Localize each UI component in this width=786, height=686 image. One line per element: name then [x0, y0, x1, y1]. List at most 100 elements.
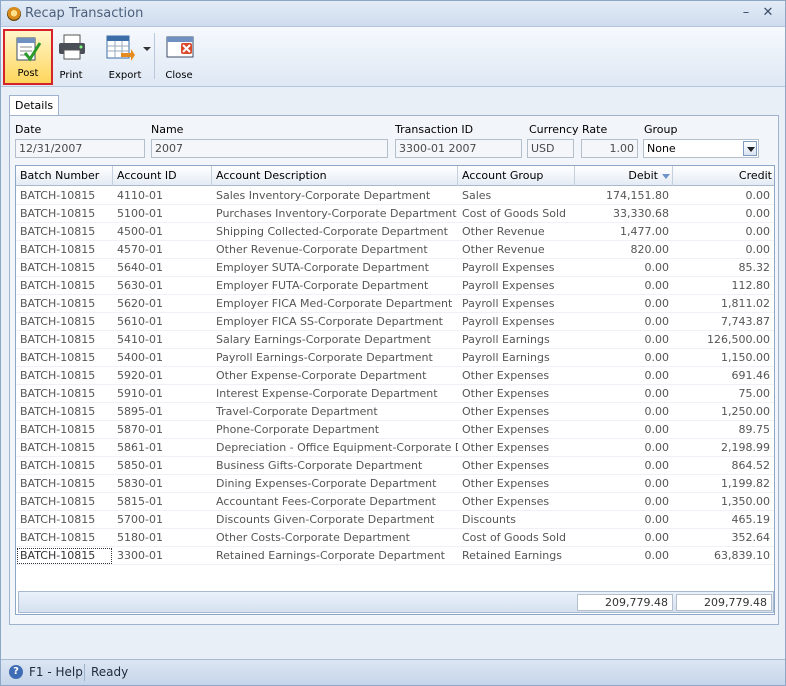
account-group-cell[interactable]: Other Expenses [458, 367, 575, 385]
debit-cell[interactable]: 820.00 [575, 241, 673, 259]
account-group-cell[interactable]: Payroll Expenses [458, 295, 575, 313]
account-description-cell[interactable]: Phone-Corporate Department [212, 421, 458, 439]
account-description-cell[interactable]: Accountant Fees-Corporate Department [212, 493, 458, 511]
debit-cell[interactable]: 0.00 [575, 439, 673, 457]
export-dropdown-arrow-icon[interactable] [143, 47, 151, 51]
table-row[interactable]: BATCH-10815 5920-01 Other Expense-Corporat… [16, 367, 774, 385]
account-id-cell[interactable]: 5640-01 [113, 259, 212, 277]
batch-number-cell[interactable]: BATCH-10815 [16, 457, 113, 475]
tab-details[interactable]: Details [9, 95, 60, 116]
table-row[interactable]: BATCH-10815 3300-01 Retained Earnings-Corp… [16, 547, 774, 565]
batch-number-cell[interactable]: BATCH-10815 [16, 493, 113, 511]
credit-cell[interactable]: 85.32 [673, 259, 774, 277]
table-row[interactable]: BATCH-10815 5861-01 Depreciation - Office … [16, 439, 774, 457]
account-group-cell[interactable]: Other Expenses [458, 475, 575, 493]
debit-cell[interactable]: 0.00 [575, 277, 673, 295]
account-group-cell[interactable]: Cost of Goods Sold [458, 205, 575, 223]
debit-cell[interactable]: 1,477.00 [575, 223, 673, 241]
batch-number-cell[interactable]: BATCH-10815 [16, 313, 113, 331]
debit-cell[interactable]: 0.00 [575, 259, 673, 277]
account-id-cell[interactable]: 5870-01 [113, 421, 212, 439]
debit-cell[interactable]: 0.00 [575, 547, 673, 565]
account-group-cell[interactable]: Other Revenue [458, 223, 575, 241]
account-group-cell[interactable]: Other Expenses [458, 457, 575, 475]
table-row[interactable]: BATCH-10815 5100-01 Purchases Inventory-Co… [16, 205, 774, 223]
account-group-cell[interactable]: Other Expenses [458, 439, 575, 457]
credit-cell[interactable]: 1,150.00 [673, 349, 774, 367]
close-window-button[interactable]: ✕ [759, 5, 777, 21]
credit-cell[interactable]: 89.75 [673, 421, 774, 439]
transaction-id-field[interactable]: 3300-01 2007 [395, 139, 522, 158]
account-description-cell[interactable]: Salary Earnings-Corporate Department [212, 331, 458, 349]
account-description-cell[interactable]: Shipping Collected-Corporate Department [212, 223, 458, 241]
credit-cell[interactable]: 126,500.00 [673, 331, 774, 349]
credit-cell[interactable]: 1,811.02 [673, 295, 774, 313]
currency-field[interactable]: USD [527, 139, 574, 158]
account-id-cell[interactable]: 5830-01 [113, 475, 212, 493]
credit-cell[interactable]: 112.80 [673, 277, 774, 295]
name-field[interactable]: 2007 [151, 139, 388, 158]
help-text[interactable]: F1 - Help [29, 665, 83, 679]
account-id-cell[interactable]: 5815-01 [113, 493, 212, 511]
credit-cell[interactable]: 63,839.10 [673, 547, 774, 565]
batch-number-cell[interactable]: BATCH-10815 [16, 421, 113, 439]
account-group-cell[interactable]: Payroll Earnings [458, 331, 575, 349]
account-description-cell[interactable]: Other Costs-Corporate Department [212, 529, 458, 547]
account-id-cell[interactable]: 5620-01 [113, 295, 212, 313]
table-row[interactable]: BATCH-10815 4500-01 Shipping Collected-Cor… [16, 223, 774, 241]
debit-cell[interactable]: 0.00 [575, 295, 673, 313]
table-row[interactable]: BATCH-10815 5610-01 Employer FICA SS-Corpo… [16, 313, 774, 331]
debit-cell[interactable]: 0.00 [575, 475, 673, 493]
credit-cell[interactable]: 1,350.00 [673, 493, 774, 511]
credit-cell[interactable]: 0.00 [673, 241, 774, 259]
group-select[interactable]: None [643, 139, 759, 158]
account-id-cell[interactable]: 5630-01 [113, 277, 212, 295]
account-id-cell[interactable]: 3300-01 [113, 547, 212, 565]
credit-cell[interactable]: 0.00 [673, 187, 774, 205]
account-id-cell[interactable]: 5400-01 [113, 349, 212, 367]
account-id-cell[interactable]: 5410-01 [113, 331, 212, 349]
table-row[interactable]: BATCH-10815 5180-01 Other Costs-Corporate … [16, 529, 774, 547]
batch-number-cell[interactable]: BATCH-10815 [16, 205, 113, 223]
account-group-cell[interactable]: Payroll Expenses [458, 313, 575, 331]
help-icon[interactable]: ? [9, 665, 23, 679]
batch-number-cell[interactable]: BATCH-10815 [16, 349, 113, 367]
batch-number-cell[interactable]: BATCH-10815 [16, 403, 113, 421]
table-row[interactable]: BATCH-10815 5895-01 Travel-Corporate Depar… [16, 403, 774, 421]
debit-cell[interactable]: 0.00 [575, 349, 673, 367]
table-row[interactable]: BATCH-10815 5630-01 Employer FUTA-Corporat… [16, 277, 774, 295]
table-row[interactable]: BATCH-10815 5815-01 Accountant Fees-Corpor… [16, 493, 774, 511]
print-button[interactable]: Print [49, 29, 93, 85]
credit-cell[interactable]: 0.00 [673, 223, 774, 241]
account-description-cell[interactable]: Employer SUTA-Corporate Department [212, 259, 458, 277]
account-id-cell[interactable]: 5895-01 [113, 403, 212, 421]
account-description-cell[interactable]: Dining Expenses-Corporate Department [212, 475, 458, 493]
batch-number-cell[interactable]: BATCH-10815 [16, 547, 113, 565]
account-group-cell[interactable]: Other Expenses [458, 385, 575, 403]
batch-number-cell[interactable]: BATCH-10815 [16, 295, 113, 313]
account-description-cell[interactable]: Sales Inventory-Corporate Department [212, 187, 458, 205]
debit-cell[interactable]: 33,330.68 [575, 205, 673, 223]
account-id-cell[interactable]: 5610-01 [113, 313, 212, 331]
account-id-cell[interactable]: 5861-01 [113, 439, 212, 457]
account-description-cell[interactable]: Depreciation - Office Equipment-Corporat… [212, 439, 458, 457]
batch-number-cell[interactable]: BATCH-10815 [16, 511, 113, 529]
batch-number-cell[interactable]: BATCH-10815 [16, 475, 113, 493]
credit-cell[interactable]: 691.46 [673, 367, 774, 385]
account-group-cell[interactable]: Other Expenses [458, 421, 575, 439]
debit-cell[interactable]: 0.00 [575, 511, 673, 529]
account-group-cell[interactable]: Discounts [458, 511, 575, 529]
account-id-cell[interactable]: 5100-01 [113, 205, 212, 223]
column-header-batch-number[interactable]: Batch Number [16, 166, 113, 186]
account-group-cell[interactable]: Payroll Expenses [458, 277, 575, 295]
chevron-down-icon[interactable] [743, 141, 757, 156]
export-button[interactable]: Export [97, 29, 153, 85]
table-row[interactable]: BATCH-10815 5400-01 Payroll Earnings-Corpo… [16, 349, 774, 367]
credit-cell[interactable]: 1,199.82 [673, 475, 774, 493]
account-id-cell[interactable]: 5910-01 [113, 385, 212, 403]
table-row[interactable]: BATCH-10815 5830-01 Dining Expenses-Corpor… [16, 475, 774, 493]
account-group-cell[interactable]: Sales [458, 187, 575, 205]
account-group-cell[interactable]: Payroll Earnings [458, 349, 575, 367]
account-id-cell[interactable]: 4500-01 [113, 223, 212, 241]
debit-cell[interactable]: 0.00 [575, 367, 673, 385]
